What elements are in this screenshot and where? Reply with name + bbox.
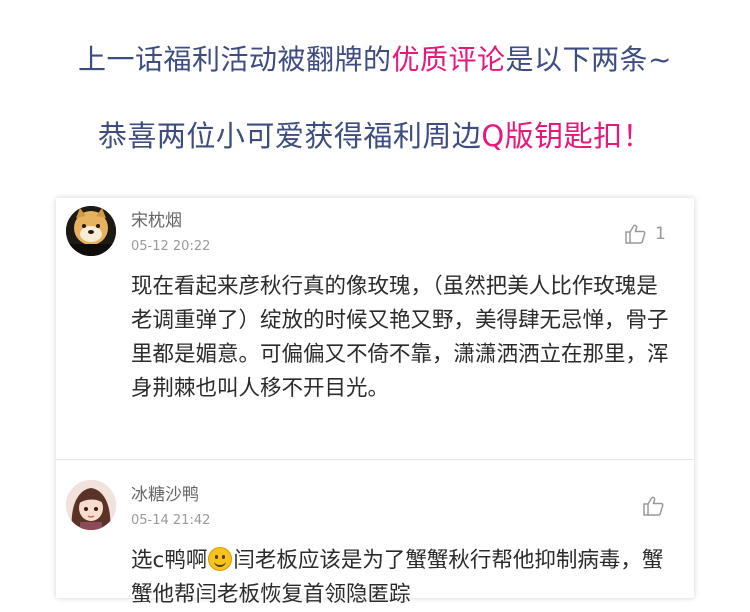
comment-1-timestamp: 05-12 20:22 <box>131 239 211 254</box>
comment-2-username[interactable]: 冰糖沙鸭 <box>131 480 199 505</box>
comment-card: 宋枕烟 05-12 20:22 1 现在看起来彦秋行真的像玫瑰，（虽然把美人比作… <box>56 198 694 607</box>
shiba-dog-avatar[interactable] <box>66 206 116 256</box>
headline-line-2: 恭喜两位小可爱获得福利周边Q版钥匙扣！ <box>0 113 750 155</box>
comment-1-like-button[interactable]: 1 <box>624 224 666 244</box>
headline-line-1: 上一话福利活动被翻牌的优质评论是以下两条~ <box>0 38 750 78</box>
comment-1-username[interactable]: 宋枕烟 <box>131 206 182 231</box>
headline-1-suffix: 是以下两条~ <box>505 43 672 76</box>
headline-1-prefix: 上一话福利活动被翻牌的 <box>78 43 392 76</box>
comment-2-text-before: 选c鸭啊 <box>131 548 208 573</box>
comment-1-like-count: 1 <box>655 224 666 244</box>
headline-2-highlight: Q版钥匙扣！ <box>481 119 653 153</box>
comment-1-text: 现在看起来彦秋行真的像玫瑰，（虽然把美人比作玫瑰是老调重弹了）绽放的时候又艳又野… <box>131 274 669 401</box>
headline-1-highlight: 优质评论 <box>391 43 506 76</box>
smiley-icon <box>208 547 233 571</box>
comment-divider <box>56 459 694 460</box>
thumbs-up-icon <box>625 224 646 244</box>
comment-2-timestamp: 05-14 21:42 <box>131 513 211 528</box>
headline-2-prefix: 恭喜两位小可爱获得福利周边 <box>97 119 482 153</box>
thumbs-up-icon <box>643 496 664 516</box>
comment-2-like-button[interactable] <box>642 496 673 516</box>
anime-girl-avatar[interactable] <box>66 480 116 530</box>
comment-2-text: 选c鸭啊 闫老板应该是为了蟹蟹秋行帮他抑制病毒，蟹蟹他帮闫老板恢复首领隐匿踪 <box>131 544 676 612</box>
